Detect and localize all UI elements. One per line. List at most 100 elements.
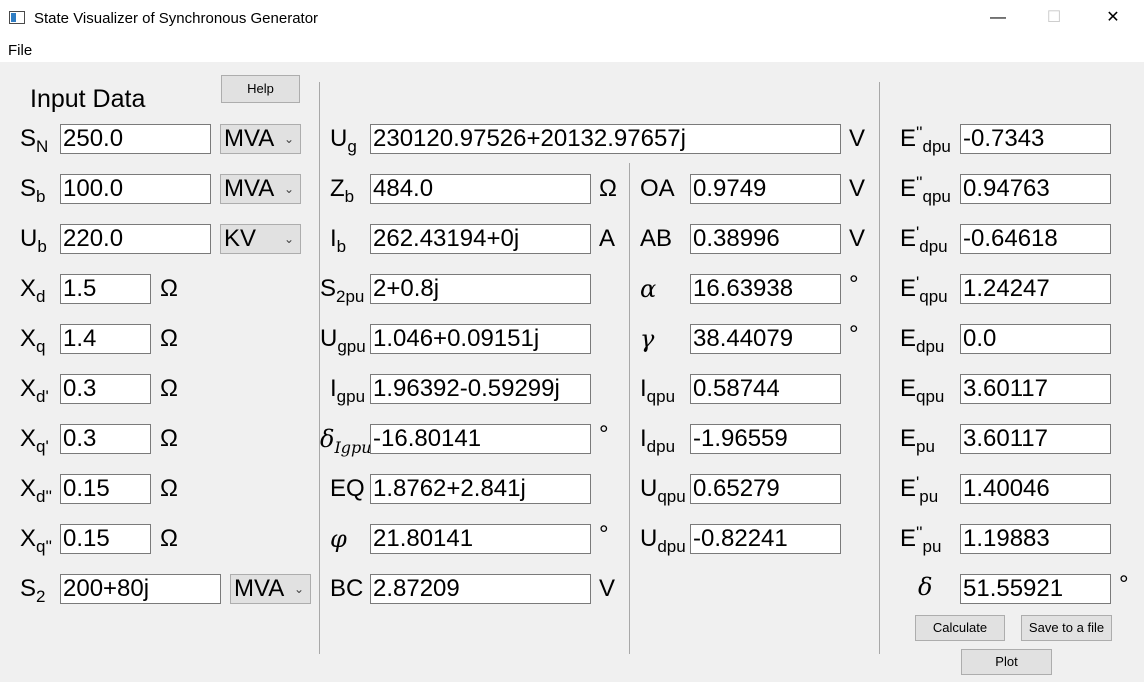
edpu-output[interactable]: 0.0 <box>960 324 1111 354</box>
delta-label: δ <box>918 573 933 601</box>
menu-bar: File <box>0 36 1144 62</box>
help-button[interactable]: Help <box>221 75 300 103</box>
calculate-button[interactable]: Calculate <box>915 615 1005 641</box>
epu-label: Epu <box>900 425 935 456</box>
xq-subtransient-label: Xq'' <box>20 525 52 556</box>
sb-input[interactable]: 100.0 <box>60 174 211 204</box>
xq-transient-input[interactable]: 0.3 <box>60 424 151 454</box>
ub-unit-select[interactable]: KV ⌄ <box>220 224 301 254</box>
zb-label: Zb <box>330 175 355 206</box>
divider-1 <box>319 82 320 654</box>
xd-subtransient-label: Xd'' <box>20 475 52 506</box>
ub-input[interactable]: 220.0 <box>60 224 211 254</box>
s2-input[interactable]: 200+80j <box>60 574 221 604</box>
s2-unit-select[interactable]: MVA ⌄ <box>230 574 311 604</box>
delta-igpu-output[interactable]: -16.80141 <box>370 424 591 454</box>
sn-unit-select[interactable]: MVA ⌄ <box>220 124 301 154</box>
ub-label: Ub <box>20 225 47 256</box>
ib-unit: A <box>599 225 616 252</box>
eqpu-subtransient-output[interactable]: 0.94763 <box>960 174 1111 204</box>
zb-output[interactable]: 484.0 <box>370 174 591 204</box>
ab-output[interactable]: 0.38996 <box>690 224 841 254</box>
app-icon <box>9 11 25 24</box>
eqpu-transient-label: E'qpu <box>900 273 948 306</box>
edpu-label: Edpu <box>900 325 945 356</box>
epu-transient-label: E'pu <box>900 473 939 506</box>
xq-input[interactable]: 1.4 <box>60 324 151 354</box>
s2pu-output[interactable]: 2+0.8j <box>370 274 591 304</box>
delta-igpu-unit: ° <box>599 421 609 448</box>
idpu-output[interactable]: -1.96559 <box>690 424 841 454</box>
s2-label: S2 <box>20 575 46 606</box>
phi-unit: ° <box>599 521 609 548</box>
xq-unit: Ω <box>160 325 178 352</box>
sn-input[interactable]: 250.0 <box>60 124 211 154</box>
xd-transient-input[interactable]: 0.3 <box>60 374 151 404</box>
delta-unit: ° <box>1119 571 1129 598</box>
maximize-button[interactable]: ☐ <box>1031 0 1077 36</box>
sb-unit-select[interactable]: MVA ⌄ <box>220 174 301 204</box>
epu-subtransient-label: E''pu <box>900 523 942 556</box>
ab-unit: V <box>849 225 866 252</box>
xd-transient-label: Xd' <box>20 375 49 406</box>
ugpu-label: Ugpu <box>320 325 366 356</box>
ug-label: Ug <box>330 125 357 156</box>
edpu-subtransient-label: E''dpu <box>900 123 951 156</box>
uqpu-label: Uqpu <box>640 475 686 506</box>
gamma-output[interactable]: 38.44079 <box>690 324 841 354</box>
epu-transient-output[interactable]: 1.40046 <box>960 474 1111 504</box>
xq-subtransient-input[interactable]: 0.15 <box>60 524 151 554</box>
window-title: State Visualizer of Synchronous Generato… <box>34 10 319 27</box>
ab-label: AB <box>640 225 673 252</box>
alpha-output[interactable]: 16.63938 <box>690 274 841 304</box>
input-data-heading: Input Data <box>30 85 146 113</box>
close-button[interactable]: ✕ <box>1090 0 1136 36</box>
title-bar: State Visualizer of Synchronous Generato… <box>0 0 1144 36</box>
gamma-label: γ <box>640 325 655 353</box>
edpu-subtransient-output[interactable]: -0.7343 <box>960 124 1111 154</box>
uqpu-output[interactable]: 0.65279 <box>690 474 841 504</box>
eqpu-transient-output[interactable]: 1.24247 <box>960 274 1111 304</box>
divider-2 <box>629 163 630 654</box>
ug-unit: V <box>849 125 866 152</box>
ib-output[interactable]: 262.43194+0j <box>370 224 591 254</box>
plot-button[interactable]: Plot <box>961 649 1052 675</box>
sn-label: SN <box>20 125 49 156</box>
ug-output[interactable]: 230120.97526+20132.97657j <box>370 124 841 154</box>
eqpu-subtransient-label: E''qpu <box>900 173 951 206</box>
chevron-down-icon: ⌄ <box>283 232 294 246</box>
iqpu-output[interactable]: 0.58744 <box>690 374 841 404</box>
xq-transient-unit: Ω <box>160 425 178 452</box>
phi-output[interactable]: 21.80141 <box>370 524 591 554</box>
eq-label: EQ <box>330 475 365 502</box>
ugpu-output[interactable]: 1.046+0.09151j <box>370 324 591 354</box>
bc-unit: V <box>599 575 616 602</box>
alpha-label: α <box>640 275 657 303</box>
eqpu-output[interactable]: 3.60117 <box>960 374 1111 404</box>
xd-subtransient-input[interactable]: 0.15 <box>60 474 151 504</box>
zb-unit: Ω <box>599 175 617 202</box>
gamma-unit: ° <box>849 321 859 348</box>
idpu-label: Idpu <box>640 425 676 456</box>
minimize-button[interactable]: — <box>975 0 1021 36</box>
xq-label: Xq <box>20 325 46 356</box>
bc-output[interactable]: 2.87209 <box>370 574 591 604</box>
delta-output[interactable]: 51.55921 <box>960 574 1111 604</box>
edpu-transient-output[interactable]: -0.64618 <box>960 224 1111 254</box>
eqpu-label: Eqpu <box>900 375 945 406</box>
save-to-file-button[interactable]: Save to a file <box>1021 615 1112 641</box>
oa-output[interactable]: 0.9749 <box>690 174 841 204</box>
xd-unit: Ω <box>160 275 178 302</box>
xq-transient-label: Xq' <box>20 425 49 456</box>
epu-subtransient-output[interactable]: 1.19883 <box>960 524 1111 554</box>
menu-file[interactable]: File <box>8 42 32 59</box>
udpu-output[interactable]: -0.82241 <box>690 524 841 554</box>
igpu-label: Igpu <box>330 375 366 406</box>
eq-output[interactable]: 1.8762+2.841j <box>370 474 591 504</box>
udpu-label: Udpu <box>640 525 686 556</box>
igpu-output[interactable]: 1.96392-0.59299j <box>370 374 591 404</box>
xd-input[interactable]: 1.5 <box>60 274 151 304</box>
epu-output[interactable]: 3.60117 <box>960 424 1111 454</box>
oa-label: OA <box>640 175 675 202</box>
xd-label: Xd <box>20 275 46 306</box>
